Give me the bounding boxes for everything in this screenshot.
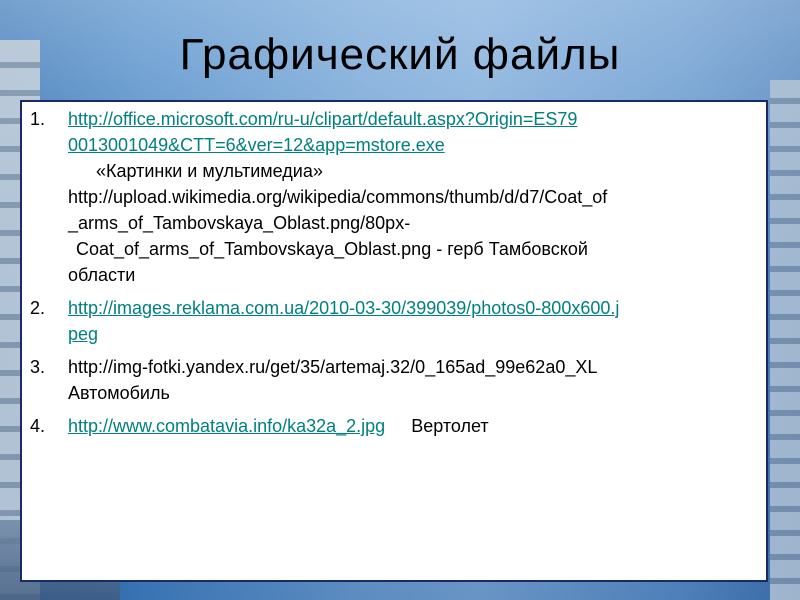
car-caption: Автомобиль [68,383,170,403]
item-number: 3. [30,357,46,377]
slide-title: Графический файлы [179,30,621,79]
wikimedia-url-line2: _arms_of_Tambovskaya_Oblast.png/80px- [68,213,411,233]
content-panel: 1. http://office.microsoft.com/ru-u/clip… [20,100,768,582]
reference-list: 1. http://office.microsoft.com/ru-u/clip… [22,106,762,446]
wikimedia-url-line1: http://upload.wikimedia.org/wikipedia/co… [68,187,608,207]
clipart-link-line1[interactable]: http://office.microsoft.com/ru-u/clipart… [68,109,577,129]
list-item-4: 4. http://www.combatavia.info/ka32a_2.jp… [22,413,762,439]
helicopter-caption: Вертолет [411,416,489,436]
building-right-decoration [770,80,800,600]
item-number: 4. [30,416,46,436]
list-item-3: 3. http://img-fotki.yandex.ru/get/35/art… [22,354,762,406]
combatavia-link[interactable]: http://www.combatavia.info/ka32a_2.jpg [68,416,385,436]
reklama-link-line2[interactable]: peg [68,324,98,344]
clipart-link-line2[interactable]: 0013001049&CTT=6&ver=12&app=mstore.exe [68,135,445,155]
clipart-caption: «Картинки и мультимедиа» [96,161,323,181]
item-number: 1. [30,109,46,129]
coat-of-arms-caption-line2: области [68,265,136,285]
yandex-url: http://img-fotki.yandex.ru/get/35/artema… [68,357,598,377]
item-number: 2. [30,298,46,318]
coat-of-arms-caption-line1: Coat_of_arms_of_Tambovskaya_Oblast.png -… [76,239,588,259]
list-item-2: 2. http://images.reklama.com.ua/2010-03-… [22,295,762,347]
reklama-link-line1[interactable]: http://images.reklama.com.ua/2010-03-30/… [68,298,619,318]
list-item-1: 1. http://office.microsoft.com/ru-u/clip… [22,106,762,288]
